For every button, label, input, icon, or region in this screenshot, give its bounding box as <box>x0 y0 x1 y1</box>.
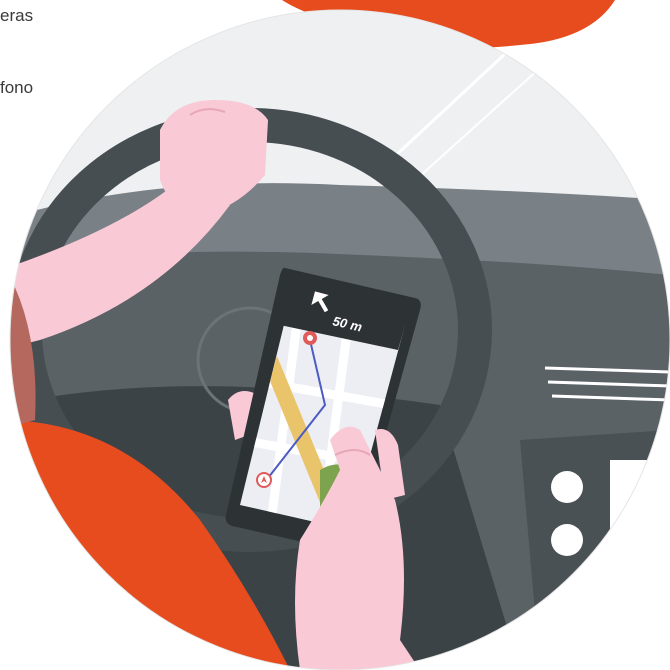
console-knob-2 <box>551 524 583 556</box>
console-knob-1 <box>551 471 583 503</box>
destination-pin-icon <box>303 331 317 345</box>
current-location-icon <box>256 472 272 488</box>
driving-phone-illustration: 50 m <box>9 0 670 670</box>
